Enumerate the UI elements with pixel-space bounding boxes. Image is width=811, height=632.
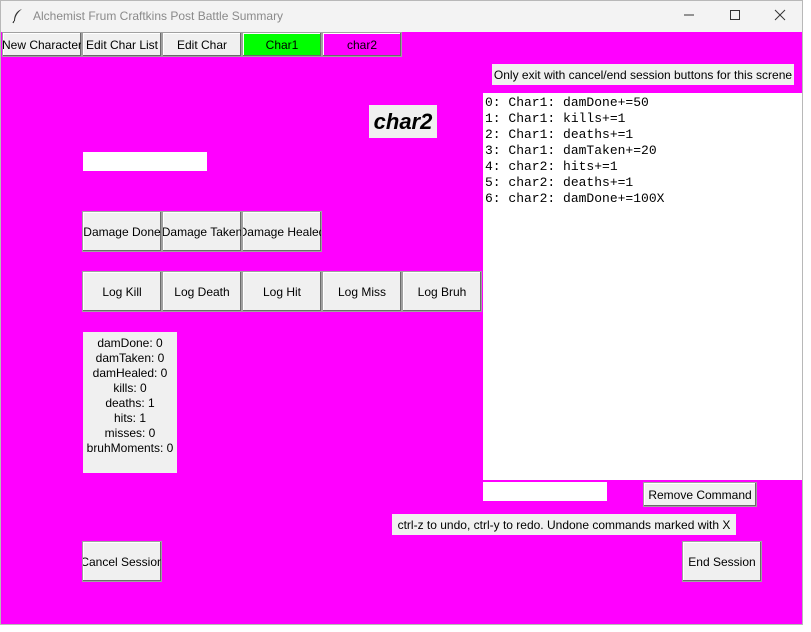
- list-item[interactable]: 0: Char1: damDone+=50: [485, 95, 802, 111]
- window-title: Alchemist Frum Craftkins Post Battle Sum…: [33, 9, 284, 23]
- main-panel: New Character Edit Char List Edit Char C…: [1, 32, 802, 624]
- log-hit-button[interactable]: Log Hit: [242, 271, 322, 312]
- stat-misses: misses: 0: [104, 426, 156, 440]
- stat-dam-taken: damTaken: 0: [95, 351, 165, 365]
- remove-command-button[interactable]: Remove Command: [643, 482, 757, 507]
- stat-dam-healed: damHealed: 0: [92, 366, 168, 380]
- minimize-icon: [683, 8, 695, 26]
- command-log-list[interactable]: 0: Char1: damDone+=50 1: Char1: kills+=1…: [483, 93, 802, 480]
- stat-kills: kills: 0: [113, 381, 147, 395]
- exit-notice: Only exit with cancel/end session button…: [492, 64, 794, 85]
- log-kill-button[interactable]: Log Kill: [82, 271, 162, 312]
- selected-char-heading: char2: [369, 105, 437, 138]
- close-button[interactable]: [757, 1, 802, 32]
- edit-char-button[interactable]: Edit Char: [162, 32, 242, 57]
- remove-index-input[interactable]: [483, 482, 607, 501]
- list-item[interactable]: 4: char2: hits+=1: [485, 159, 802, 175]
- feather-icon: [10, 8, 26, 24]
- log-death-button[interactable]: Log Death: [162, 271, 242, 312]
- undo-hint: ctrl-z to undo, ctrl-y to redo. Undone c…: [392, 514, 736, 535]
- char-tab-char1[interactable]: Char1: [242, 32, 322, 57]
- stat-hits: hits: 1: [113, 411, 146, 425]
- maximize-button[interactable]: [712, 1, 758, 32]
- cancel-session-button[interactable]: Cancel Session: [82, 541, 162, 582]
- stat-deaths: deaths: 1: [105, 396, 155, 410]
- close-icon: [774, 8, 786, 26]
- log-bruh-button[interactable]: Log Bruh: [402, 271, 482, 312]
- stat-bruh-moments: bruhMoments: 0: [86, 441, 174, 455]
- list-item[interactable]: 5: char2: deaths+=1: [485, 175, 802, 191]
- new-character-button[interactable]: New Character: [2, 32, 82, 57]
- maximize-icon: [729, 8, 741, 26]
- char-tab-char2[interactable]: char2: [322, 32, 402, 57]
- damage-healed-button[interactable]: Damage Healed: [242, 211, 322, 252]
- log-miss-button[interactable]: Log Miss: [322, 271, 402, 312]
- value-input[interactable]: [83, 152, 207, 171]
- list-item[interactable]: 3: Char1: damTaken+=20: [485, 143, 802, 159]
- list-item[interactable]: 2: Char1: deaths+=1: [485, 127, 802, 143]
- damage-taken-button[interactable]: Damage Taken: [162, 211, 242, 252]
- title-bar: Alchemist Frum Craftkins Post Battle Sum…: [1, 1, 802, 32]
- stats-panel: damDone: 0 damTaken: 0 damHealed: 0 kill…: [83, 332, 177, 473]
- stat-dam-done: damDone: 0: [97, 336, 163, 350]
- edit-char-list-button[interactable]: Edit Char List: [82, 32, 162, 57]
- damage-done-button[interactable]: Damage Done: [82, 211, 162, 252]
- minimize-button[interactable]: [666, 1, 712, 32]
- list-item[interactable]: 1: Char1: kills+=1: [485, 111, 802, 127]
- list-item[interactable]: 6: char2: damDone+=100X: [485, 191, 802, 207]
- app-window: Alchemist Frum Craftkins Post Battle Sum…: [0, 0, 803, 625]
- end-session-button[interactable]: End Session: [682, 541, 762, 582]
